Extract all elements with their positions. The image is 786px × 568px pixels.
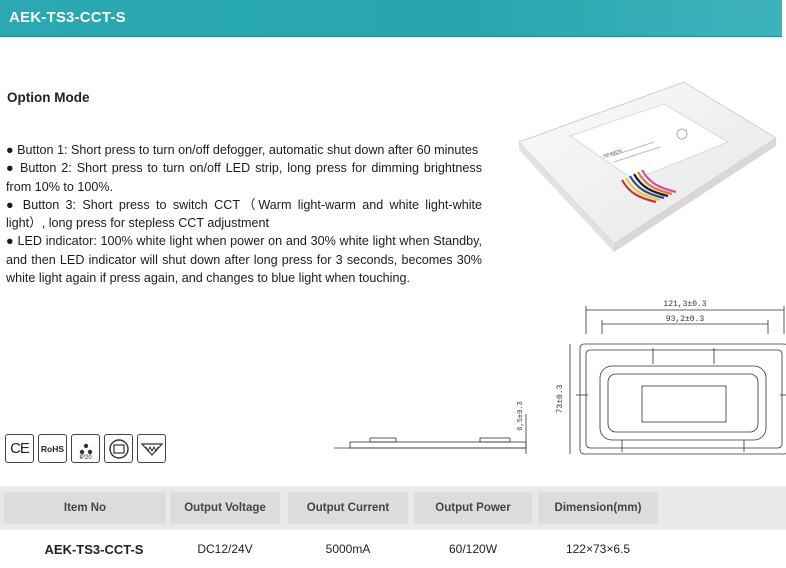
ip20-label: IP20 (79, 455, 92, 461)
mm-mark-icon (137, 434, 166, 463)
product-image: SEIMEN (518, 81, 777, 252)
bullet-button-1: ● Button 1: Short press to turn on/off d… (6, 143, 479, 157)
certification-badges: CE RoHS IP20 (5, 434, 166, 463)
inner-width-label: 93,2±0.3 (666, 315, 705, 324)
table-row: AEK-TS3-CCT-S DC12/24V 5000mA 60/120W 12… (0, 530, 786, 568)
cell-item-no: AEK-TS3-CCT-S (44, 542, 144, 557)
title-bar: AEK-TS3-CCT-S (0, 0, 782, 37)
feature-list: ● Button 1: Short press to turn on/off d… (6, 141, 482, 287)
bullet-led-indicator: ● LED indicator: 100% white light when p… (6, 234, 482, 286)
outer-width-label: 121,3±0.3 (663, 300, 706, 309)
table-header: Item No Output Voltage Output Current Ou… (0, 486, 786, 530)
header-dimension: Dimension(mm) (538, 492, 658, 524)
spec-table: Item No Output Voltage Output Current Ou… (0, 486, 786, 568)
header-output-power: Output Power (414, 492, 532, 524)
ce-icon: CE (5, 434, 34, 463)
bullet-button-3: ● Button 3: Short press to switch CCT（Wa… (6, 197, 482, 231)
dimension-drawing: 121,3±0.3 93,2±0.3 73±0.3 6,5±0.3 (334, 300, 786, 455)
ip20-icon: IP20 (71, 434, 100, 463)
section-title: Option Mode (7, 90, 90, 105)
cell-dimension: 122×73×6.5 (565, 542, 631, 556)
height-label: 73±0.3 (556, 384, 565, 413)
product-title: AEK-TS3-CCT-S (9, 9, 126, 26)
cell-output-current: 5000mA (325, 542, 371, 556)
header-item-no: Item No (4, 492, 166, 524)
rohs-icon: RoHS (38, 434, 67, 463)
cell-output-power: 60/120W (448, 542, 498, 556)
thickness-label: 6,5±0.3 (517, 401, 525, 430)
fireproof-icon (104, 434, 133, 463)
header-output-current: Output Current (288, 492, 408, 524)
bullet-button-2: ● Button 2: Short press to turn on/off L… (6, 161, 482, 194)
header-output-voltage: Output Voltage (170, 492, 280, 524)
cell-output-voltage: DC12/24V (197, 542, 253, 556)
